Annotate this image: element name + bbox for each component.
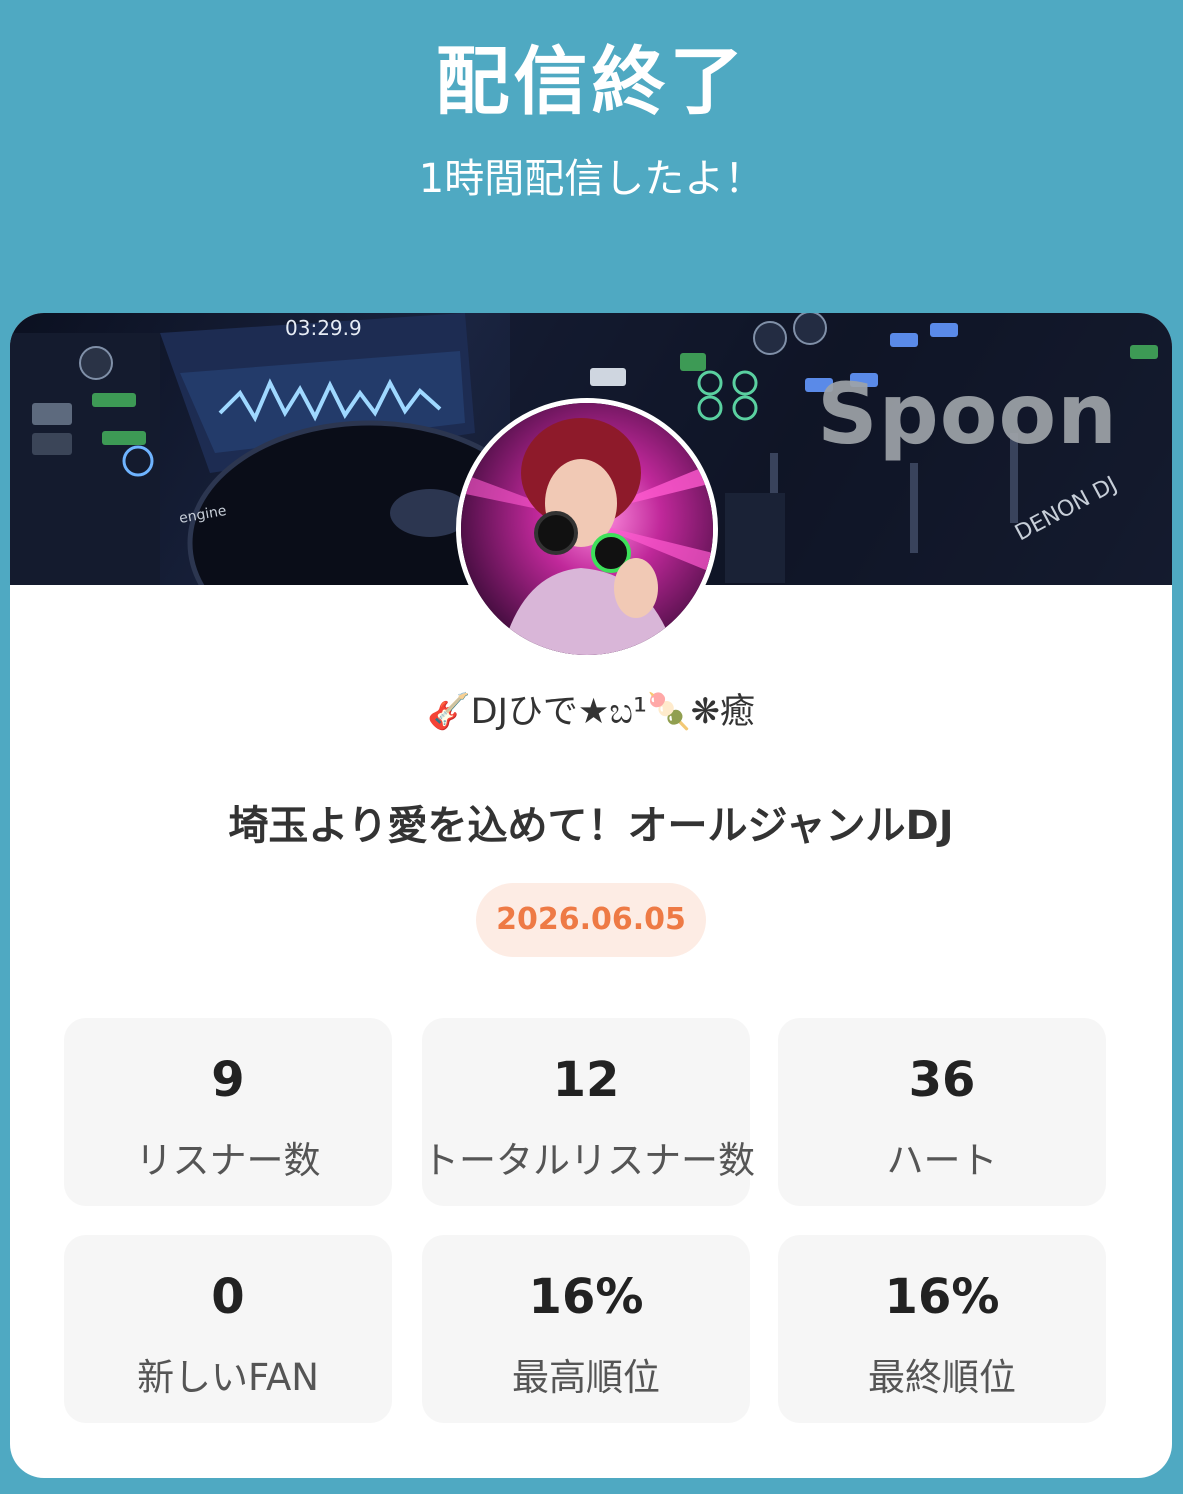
stat-value: 36 <box>908 1052 976 1108</box>
stat-label: 最終順位 <box>868 1356 1016 1399</box>
avatar[interactable] <box>456 398 718 660</box>
username: 🎸DJひで★ಬ¹🍡❋癒 <box>427 692 755 732</box>
stat-highest-rank: 16% 最高順位 <box>422 1235 750 1423</box>
stat-value: 16% <box>528 1269 644 1325</box>
svg-text:03:29.9: 03:29.9 <box>285 316 362 340</box>
stat-hearts: 36 ハート <box>778 1018 1106 1206</box>
stat-value: 16% <box>884 1269 1000 1325</box>
stat-value: 0 <box>211 1269 245 1325</box>
broadcast-summary-card: 03:29.9 DENON DJ engine Spoon 🎸DJひで★ಬ¹🍡❋… <box>10 313 1172 1478</box>
date-badge: 2026.06.05 <box>476 883 706 957</box>
stat-total-listeners: 12 トータルリスナー数 <box>422 1018 755 1206</box>
profile-illustration <box>461 403 713 655</box>
stat-label: 最高順位 <box>512 1356 660 1399</box>
stat-final-rank: 16% 最終順位 <box>778 1235 1106 1423</box>
stat-listeners: 9 リスナー数 <box>64 1018 392 1206</box>
page-title: 配信終了 <box>435 39 748 125</box>
stat-new-fans: 0 新しいFAN <box>64 1235 392 1423</box>
stat-value: 12 <box>552 1052 620 1108</box>
stat-label: 新しいFAN <box>137 1356 319 1399</box>
stat-value: 9 <box>211 1052 245 1108</box>
stat-label: ハート <box>886 1139 998 1182</box>
broadcast-duration-message: 1時間配信したよ！ <box>418 156 765 202</box>
stat-label: リスナー数 <box>135 1139 321 1182</box>
spoon-logo: Spoon <box>817 365 1118 463</box>
broadcast-title: 埼玉より愛を込めて！オールジャンルDJ <box>228 803 954 849</box>
stat-label: トータルリスナー数 <box>422 1139 755 1182</box>
